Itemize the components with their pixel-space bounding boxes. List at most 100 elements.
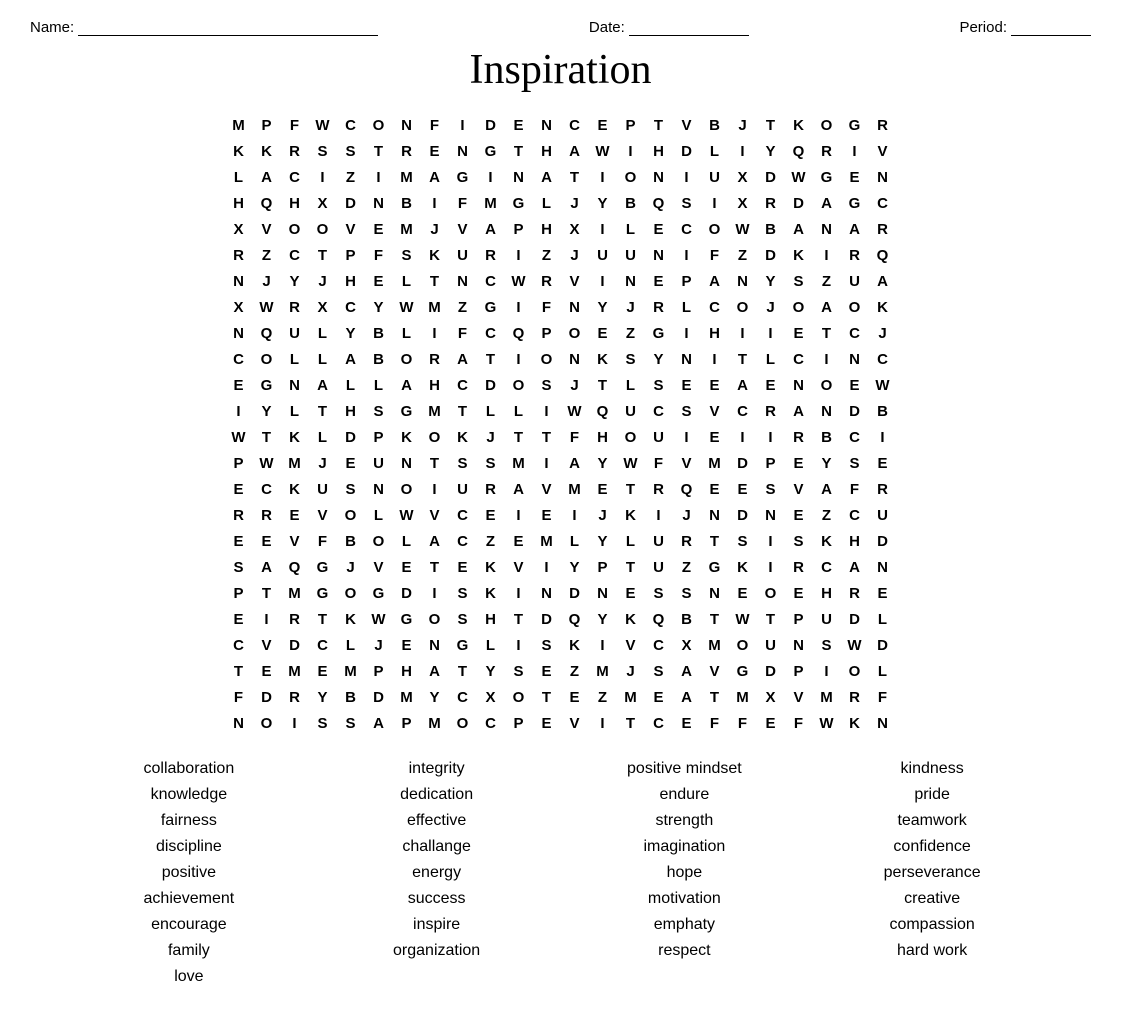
grid-cell: L [561,528,589,554]
grid-cell: E [729,476,757,502]
grid-cell: C [225,346,253,372]
grid-cell: N [365,476,393,502]
grid-cell: I [589,710,617,736]
grid-cell: M [421,710,449,736]
grid-cell: C [281,164,309,190]
grid-cell: X [757,684,785,710]
grid-cell: R [477,242,505,268]
grid-cell: W [561,398,589,424]
grid-cell: L [393,268,421,294]
grid-cell: G [449,632,477,658]
word-item: collaboration [70,758,308,780]
grid-cell: L [673,294,701,320]
grid-cell: G [393,398,421,424]
grid-cell: K [337,606,365,632]
grid-cell: D [561,580,589,606]
grid-cell: X [225,216,253,242]
grid-cell: J [253,268,281,294]
grid-cell: V [673,450,701,476]
grid-cell: Y [337,320,365,346]
grid-cell: I [729,424,757,450]
grid-cell: D [841,398,869,424]
grid-cell: C [253,476,281,502]
grid-cell: T [505,606,533,632]
grid-cell: F [309,528,337,554]
grid-cell: D [477,112,505,138]
grid-cell: A [393,372,421,398]
grid-cell: E [533,502,561,528]
grid-cell: Y [561,554,589,580]
grid-cell: G [701,554,729,580]
word-item: encourage [70,914,308,936]
grid-cell: C [337,112,365,138]
grid-cell: I [869,424,897,450]
grid-cell: A [785,398,813,424]
grid-cell: A [813,294,841,320]
word-item: knowledge [70,784,308,806]
grid-cell: J [309,268,337,294]
grid-cell: T [701,606,729,632]
grid-cell: E [645,216,673,242]
grid-cell: N [393,450,421,476]
grid-cell: T [505,138,533,164]
grid-cell: G [729,658,757,684]
grid-cell: T [365,138,393,164]
grid-cell: C [337,294,365,320]
grid-cell: E [869,450,897,476]
word-item: strength [566,810,804,832]
grid-cell: A [561,138,589,164]
grid-cell: F [449,190,477,216]
grid-cell: R [421,346,449,372]
grid-cell: E [393,632,421,658]
grid-cell: P [337,242,365,268]
grid-cell: E [757,372,785,398]
header: Name: Date: Period: [30,18,1091,36]
grid-cell: I [505,580,533,606]
grid-cell: F [421,112,449,138]
grid-cell: C [561,112,589,138]
grid-cell: H [701,320,729,346]
grid-cell: N [645,164,673,190]
grid-cell: I [589,164,617,190]
grid-cell: Z [477,528,505,554]
grid-cell: A [253,164,281,190]
grid-cell: M [225,112,253,138]
grid-cell: C [449,372,477,398]
grid-cell: H [393,658,421,684]
grid-cell: R [757,398,785,424]
grid-cell: N [869,164,897,190]
grid-cell: K [841,710,869,736]
grid-cell: T [421,450,449,476]
grid-cell: C [645,632,673,658]
grid-cell: V [785,476,813,502]
grid-cell: A [253,554,281,580]
grid-cell: X [477,684,505,710]
grid-cell: K [729,554,757,580]
word-item: hard work [813,940,1051,962]
grid-cell: L [477,398,505,424]
grid-cell: V [309,502,337,528]
grid-cell: W [729,216,757,242]
grid-cell: I [561,502,589,528]
grid-cell: M [701,450,729,476]
grid-cell: Y [477,658,505,684]
grid-cell: V [869,138,897,164]
grid-cell: L [225,164,253,190]
grid-cell: D [729,502,757,528]
grid-cell: W [253,450,281,476]
grid-cell: O [729,294,757,320]
grid-cell: I [701,346,729,372]
date-field: Date: [589,18,749,36]
grid-cell: P [785,658,813,684]
grid-cell: P [673,268,701,294]
word-item: hope [566,862,804,884]
word-item: dedication [318,784,556,806]
grid-cell: I [645,502,673,528]
word-item: success [318,888,556,910]
grid-cell: P [365,658,393,684]
grid-cell: I [421,476,449,502]
grid-cell: I [729,320,757,346]
name-field: Name: [30,18,378,36]
grid-cell: F [365,242,393,268]
grid-cell: H [813,580,841,606]
